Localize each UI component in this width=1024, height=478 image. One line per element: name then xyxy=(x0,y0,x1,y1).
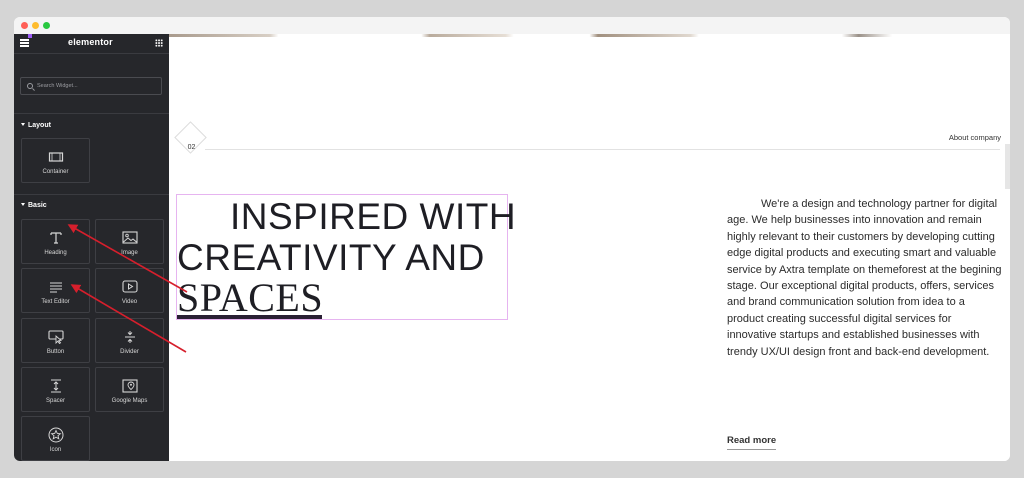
browser-window: elementor Layout Container Basic xyxy=(14,17,1010,461)
caret-down-icon xyxy=(21,123,25,126)
container-icon xyxy=(22,149,89,164)
section-number: 02 xyxy=(187,144,196,151)
widget-icon[interactable]: Icon xyxy=(21,416,90,461)
widget-label: Video xyxy=(121,299,138,305)
maximize-window-button[interactable] xyxy=(43,22,50,29)
widget-container[interactable]: Container xyxy=(21,138,90,183)
purple-indicator xyxy=(28,34,32,38)
heading-widget-selected[interactable]: INSPIRED WITH CREATIVITY AND SPACES xyxy=(176,194,516,320)
minimize-window-button[interactable] xyxy=(32,22,39,29)
section-label: Layout xyxy=(28,122,51,129)
sidebar-header: elementor xyxy=(14,34,169,53)
widget-label: Icon xyxy=(49,447,62,453)
caret-down-icon xyxy=(21,203,25,206)
search-widget-field[interactable] xyxy=(20,77,162,95)
spacer-icon xyxy=(22,378,89,393)
elementor-sidebar: elementor Layout Container Basic xyxy=(14,34,169,461)
about-paragraph: We're a design and technology partner fo… xyxy=(727,198,1002,358)
heading-icon xyxy=(22,230,89,245)
widget-label: Spacer xyxy=(45,398,65,404)
elementor-logo: elementor xyxy=(68,37,113,47)
search-icon xyxy=(27,83,33,89)
widget-label: Heading xyxy=(44,250,67,256)
page-canvas: 02 About company INSPIRED WITH CREATIVIT… xyxy=(169,34,1010,461)
divider xyxy=(14,53,169,54)
widget-button[interactable]: Button xyxy=(21,318,90,363)
search-widget-input[interactable] xyxy=(37,80,157,92)
scrollbar-thumb[interactable] xyxy=(1005,144,1010,189)
section-divider-line xyxy=(205,149,1000,150)
close-window-button[interactable] xyxy=(21,22,28,29)
section-label: Basic xyxy=(28,202,47,209)
heading-underline xyxy=(177,315,322,319)
text-editor-icon xyxy=(22,279,89,294)
map-pin-icon xyxy=(96,378,163,393)
widget-text-editor[interactable]: Text Editor xyxy=(21,268,90,313)
widget-google-maps[interactable]: Google Maps xyxy=(95,367,164,412)
widget-video[interactable]: Video xyxy=(95,268,164,313)
widget-label: Google Maps xyxy=(111,398,148,404)
button-cursor-icon xyxy=(22,329,89,344)
section-header-basic[interactable]: Basic xyxy=(21,202,47,209)
widget-label: Image xyxy=(121,250,138,256)
widget-spacer[interactable]: Spacer xyxy=(21,367,90,412)
widget-image[interactable]: Image xyxy=(95,219,164,264)
heading-line-1: INSPIRED WITH xyxy=(230,196,517,237)
grid-icon[interactable] xyxy=(155,39,163,47)
star-icon xyxy=(22,427,89,442)
widget-label: Container xyxy=(42,169,69,175)
about-company-label: About company xyxy=(948,133,1001,142)
divider xyxy=(14,113,169,114)
heading-line-3: SPACES xyxy=(177,275,324,320)
image-icon xyxy=(96,230,163,245)
hero-image-strip xyxy=(169,34,1010,37)
widget-label: Divider xyxy=(120,349,139,355)
divider xyxy=(14,194,169,195)
menu-icon[interactable] xyxy=(20,39,29,47)
video-play-icon xyxy=(96,279,163,294)
widget-label: Text Editor xyxy=(41,299,70,305)
section-header-layout[interactable]: Layout xyxy=(21,122,51,129)
window-titlebar xyxy=(14,17,1010,34)
read-more-link[interactable]: Read more xyxy=(727,435,777,450)
widget-heading[interactable]: Heading xyxy=(21,219,90,264)
widget-divider[interactable]: Divider xyxy=(95,318,164,363)
heading-line-2: CREATIVITY AND xyxy=(177,237,485,278)
widget-label: Button xyxy=(46,349,65,355)
divider-icon xyxy=(96,329,163,344)
